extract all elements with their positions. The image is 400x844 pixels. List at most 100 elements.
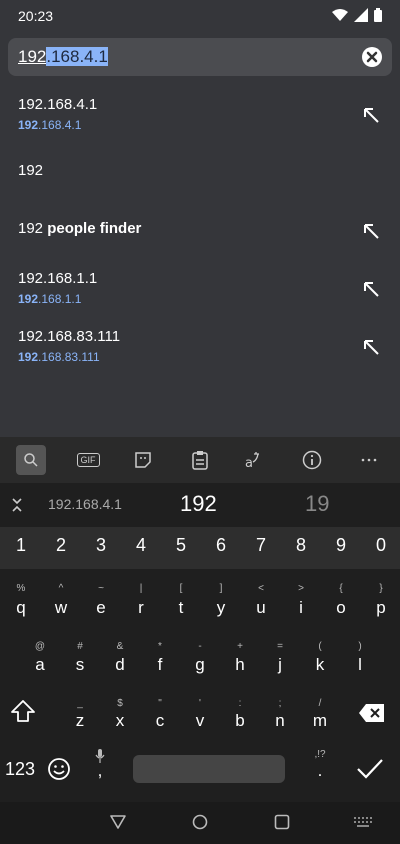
home-circle-icon[interactable]	[192, 814, 208, 830]
key-t[interactable]: t	[166, 598, 196, 618]
key-y-hint: ]	[219, 583, 223, 594]
prediction-left[interactable]: 192.168.4.1	[48, 496, 122, 512]
fill-in-arrow-icon[interactable]	[362, 280, 380, 298]
prediction-right[interactable]: 19	[305, 491, 329, 517]
key-q[interactable]: q	[6, 598, 36, 618]
info-button[interactable]	[297, 445, 327, 475]
key-x[interactable]: x	[105, 711, 135, 731]
key-h-hint: +	[237, 641, 243, 652]
close-icon	[366, 51, 378, 63]
battery-icon	[374, 8, 382, 22]
key-8[interactable]: 8	[286, 535, 316, 556]
fill-in-arrow-icon[interactable]	[362, 106, 380, 124]
period-key[interactable]: ,!? .	[305, 747, 335, 787]
clear-input-button[interactable]	[362, 47, 382, 67]
sticker-button[interactable]	[128, 445, 158, 475]
translate-button[interactable]: a	[240, 445, 270, 475]
key-f[interactable]: f	[145, 655, 175, 675]
suggestion-subtitle-rest: .168.1.1	[38, 292, 82, 306]
key-7[interactable]: 7	[246, 535, 276, 556]
key-n-hint: ;	[278, 698, 282, 709]
suggestion-item[interactable]: 192.168.83.111 192.168.83.111	[0, 320, 400, 378]
emoji-key[interactable]	[47, 757, 73, 783]
more-horizontal-icon	[361, 458, 377, 462]
suggestion-item[interactable]: 192.168.1.1 192.168.1.1	[0, 262, 400, 320]
key-a-hint: @	[34, 641, 46, 652]
fill-in-arrow-icon[interactable]	[362, 338, 380, 356]
suggestion-title-plain: 192	[18, 220, 48, 237]
key-4[interactable]: 4	[126, 535, 156, 556]
key-i[interactable]: i	[286, 598, 316, 618]
translate-icon: a	[245, 452, 259, 470]
key-o[interactable]: o	[326, 598, 356, 618]
keyboard-switch-icon[interactable]	[354, 817, 372, 827]
key-o-hint: {	[339, 583, 343, 594]
suggestion-title: 192.168.4.1	[18, 96, 98, 113]
key-c-hint: "	[158, 698, 162, 709]
comma-key[interactable]: ,	[88, 747, 112, 787]
back-triangle-icon[interactable]	[110, 814, 126, 830]
key-f-hint: *	[158, 641, 162, 652]
suggestion-title: 192.168.83.111	[18, 328, 121, 345]
signal-icon	[354, 8, 368, 22]
key-e[interactable]: e	[86, 598, 116, 618]
key-v[interactable]: v	[185, 711, 215, 731]
key-s[interactable]: s	[65, 655, 95, 675]
address-bar[interactable]: 192.168.4.1	[8, 38, 392, 76]
symbols-key[interactable]: 123	[2, 759, 38, 780]
space-key[interactable]	[133, 755, 285, 783]
collapse-icon[interactable]	[10, 497, 24, 513]
key-9[interactable]: 9	[326, 535, 356, 556]
key-u[interactable]: u	[246, 598, 276, 618]
key-d[interactable]: d	[105, 655, 135, 675]
key-n[interactable]: n	[265, 711, 295, 731]
key-l[interactable]: l	[345, 655, 375, 675]
shift-key[interactable]	[10, 699, 44, 729]
key-g[interactable]: g	[185, 655, 215, 675]
key-b-hint: :	[238, 698, 242, 709]
fill-in-arrow-icon[interactable]	[362, 222, 380, 240]
key-h[interactable]: h	[225, 655, 255, 675]
key-a[interactable]: a	[25, 655, 55, 675]
comma-label: ,	[97, 761, 103, 780]
number-row: 1 2 3 4 5 6 7 8 9 0	[0, 527, 400, 569]
address-selected-text: .168.4.1	[46, 47, 108, 66]
recents-square-icon[interactable]	[274, 814, 290, 830]
key-j[interactable]: j	[265, 655, 295, 675]
key-2[interactable]: 2	[46, 535, 76, 556]
gif-button[interactable]: GIF	[73, 445, 103, 475]
clipboard-button[interactable]	[185, 445, 215, 475]
key-p[interactable]: p	[366, 598, 396, 618]
key-5[interactable]: 5	[166, 535, 196, 556]
suggestion-subtitle-bold: 192	[18, 350, 39, 364]
key-v-hint: '	[199, 698, 201, 709]
key-i-hint: >	[298, 583, 304, 594]
key-d-hint: &	[116, 641, 124, 652]
key-r[interactable]: r	[126, 598, 156, 618]
key-b[interactable]: b	[225, 711, 255, 731]
enter-key[interactable]	[356, 757, 386, 783]
backspace-key[interactable]	[358, 703, 388, 725]
suggestion-item[interactable]: 192.168.4.1 192.168.4.1	[0, 90, 400, 148]
key-c[interactable]: c	[145, 711, 175, 731]
suggestion-title: 192	[18, 162, 44, 179]
key-r-hint: |	[139, 583, 143, 594]
key-1[interactable]: 1	[6, 535, 36, 556]
key-0[interactable]: 0	[366, 535, 396, 556]
key-m[interactable]: m	[305, 711, 335, 731]
suggestion-item[interactable]: 192 people finder	[0, 208, 400, 250]
more-options-button[interactable]	[354, 445, 384, 475]
suggestion-title-bold: people finder	[47, 220, 142, 237]
suggestion-item[interactable]: 192	[0, 150, 400, 190]
key-k[interactable]: k	[305, 655, 335, 675]
key-y[interactable]: y	[206, 598, 236, 618]
suggestion-subtitle: 192.168.4.1	[18, 118, 81, 132]
prediction-center[interactable]: 192	[180, 491, 217, 517]
address-input[interactable]: 192.168.4.1	[18, 47, 108, 67]
key-w[interactable]: w	[46, 598, 76, 618]
key-z[interactable]: z	[65, 711, 95, 731]
key-6[interactable]: 6	[206, 535, 236, 556]
keyboard-search-button[interactable]	[16, 445, 46, 475]
period-label: .	[317, 761, 323, 780]
key-3[interactable]: 3	[86, 535, 116, 556]
